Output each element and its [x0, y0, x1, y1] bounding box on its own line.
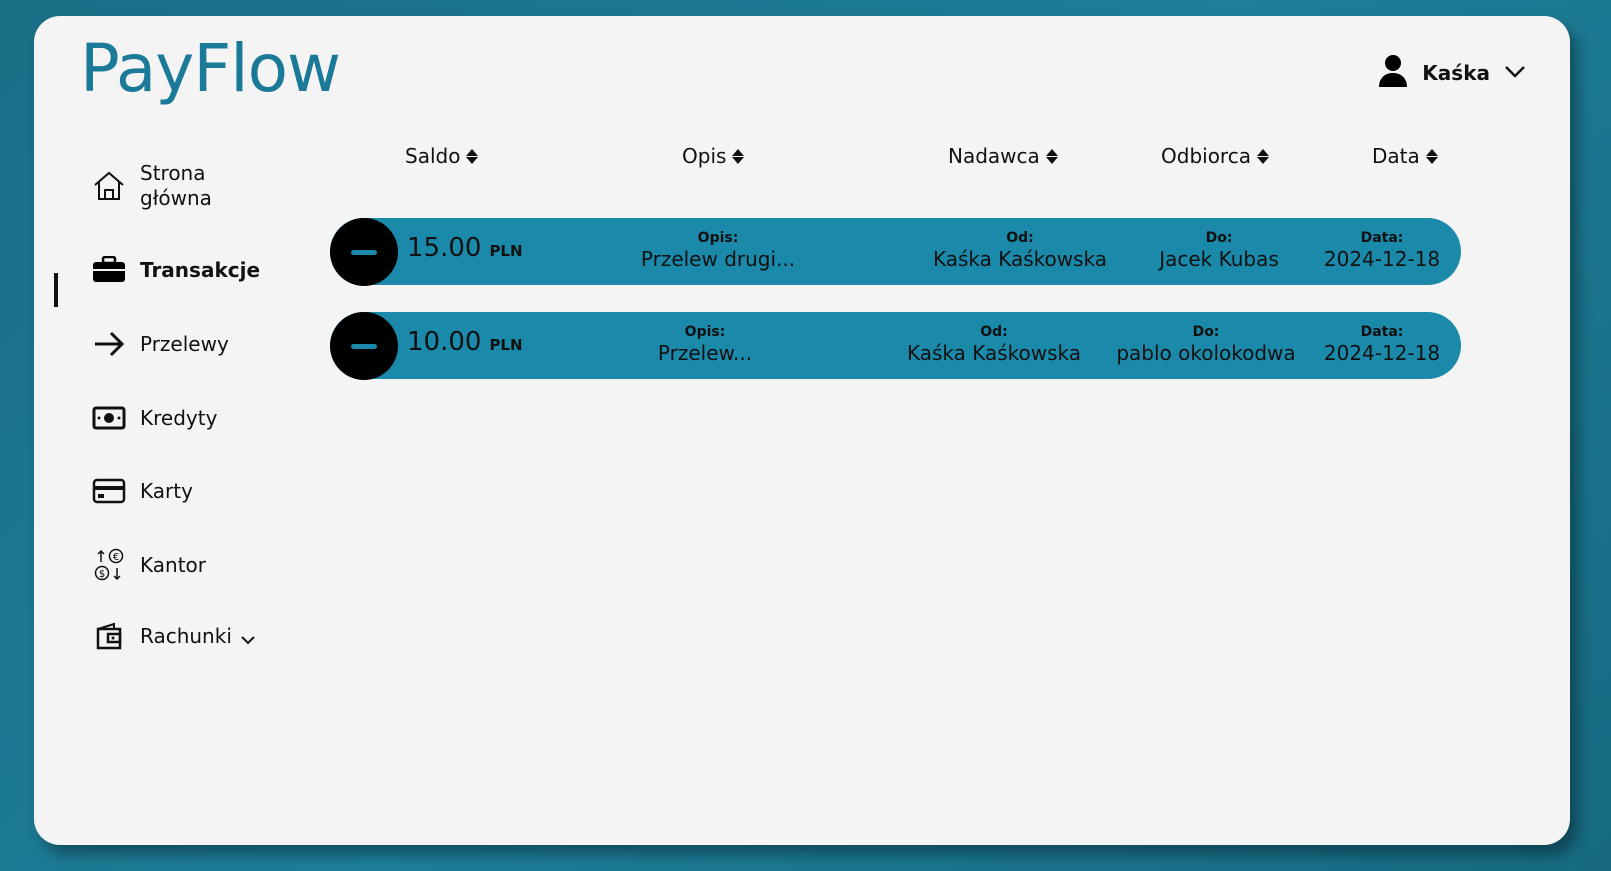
sidebar-item-label: Rachunki	[140, 624, 232, 648]
sort-icon	[1256, 148, 1269, 164]
sort-icon	[732, 148, 745, 164]
cell-label: Do:	[1192, 324, 1220, 340]
transaction-row[interactable]: 15.00 PLN Opis: Przelew drugi... Od: Kaś…	[330, 218, 1461, 286]
active-indicator	[54, 273, 58, 307]
svg-text:€: €	[113, 552, 119, 563]
column-label: Nadawca	[948, 144, 1040, 168]
sidebar-item-karty[interactable]: Karty	[92, 474, 193, 508]
sort-icon	[1425, 148, 1438, 164]
sidebar-item-label: Strona główna	[140, 161, 212, 210]
cell-label: Data:	[1360, 230, 1404, 246]
user-menu[interactable]: Kaśka	[1378, 54, 1526, 92]
cell-label: Data:	[1360, 324, 1404, 340]
cell-value: Przelew...	[657, 341, 753, 365]
sidebar-item-home[interactable]: Strona główna	[92, 161, 212, 211]
transaction-date: Data: 2024-12-18	[1324, 324, 1440, 366]
column-header-nadawca[interactable]: Nadawca	[948, 144, 1058, 168]
transaction-amount: 15.00 PLN	[407, 233, 523, 263]
cell-value: 2024-12-18	[1323, 341, 1441, 365]
transaction-amount: 10.00 PLN	[407, 327, 523, 357]
sidebar-item-label: Transakcje	[140, 258, 261, 282]
minus-icon	[330, 218, 398, 286]
cell-value: Przelew drugi...	[640, 247, 796, 271]
home-icon	[92, 169, 126, 203]
svg-text:$: $	[99, 569, 105, 580]
transaction-sender: Od: Kaśka Kaśkowska	[933, 230, 1107, 272]
currency-exchange-icon: € $	[92, 548, 126, 582]
column-header-odbiorca[interactable]: Odbiorca	[1161, 144, 1269, 168]
amount-currency: PLN	[489, 336, 523, 354]
cell-value: Kaśka Kaśkowska	[906, 341, 1082, 365]
minus-icon	[330, 312, 398, 380]
chevron-down-icon	[1504, 64, 1526, 83]
cell-label: Od:	[1006, 230, 1034, 246]
column-label: Data	[1372, 144, 1420, 168]
column-label: Odbiorca	[1161, 144, 1251, 168]
transaction-recipient: Do: Jacek Kubas	[1159, 230, 1279, 272]
arrow-right-icon	[92, 327, 126, 361]
sidebar-item-rachunki[interactable]: Rachunki	[92, 619, 256, 653]
credit-card-icon	[92, 474, 126, 508]
transaction-sender: Od: Kaśka Kaśkowska	[907, 324, 1081, 366]
wallet-icon	[92, 619, 126, 653]
cell-label: Opis:	[684, 324, 726, 340]
column-label: Opis	[682, 144, 727, 168]
cell-label: Do:	[1205, 230, 1233, 246]
sort-icon	[1045, 148, 1058, 164]
column-label: Saldo	[405, 144, 461, 168]
amount-value: 10.00	[407, 327, 482, 357]
sidebar-item-label: Karty	[140, 479, 193, 503]
cell-value: pablo okolokodwa	[1116, 341, 1296, 365]
transaction-recipient: Do: pablo okolokodwa	[1116, 324, 1295, 366]
app-logo[interactable]: PayFlow	[80, 30, 341, 107]
sort-icon	[466, 148, 479, 164]
column-header-opis[interactable]: Opis	[682, 144, 745, 168]
sidebar-item-label: Kredyty	[140, 406, 218, 430]
sidebar-item-label: Kantor	[140, 553, 206, 577]
main-card: PayFlow Kaśka Strona główna Transakcje P…	[34, 16, 1570, 845]
transaction-row[interactable]: 10.00 PLN Opis: Przelew... Od: Kaśka Kaś…	[330, 312, 1461, 380]
transaction-description: Opis: Przelew...	[658, 324, 752, 366]
cell-label: Od:	[980, 324, 1008, 340]
sidebar-item-label: Przelewy	[140, 332, 229, 356]
chevron-down-icon	[240, 626, 256, 650]
cell-label: Opis:	[697, 230, 739, 246]
banknote-icon	[92, 401, 126, 435]
sidebar-item-kantor[interactable]: € $ Kantor	[92, 548, 206, 582]
cell-value: Jacek Kubas	[1159, 247, 1279, 271]
column-header-saldo[interactable]: Saldo	[405, 144, 479, 168]
sidebar-item-kredyty[interactable]: Kredyty	[92, 401, 217, 435]
amount-value: 15.00	[407, 233, 482, 263]
user-name: Kaśka	[1422, 61, 1490, 85]
transaction-description: Opis: Przelew drugi...	[641, 230, 795, 272]
briefcase-icon	[92, 253, 126, 287]
column-header-data[interactable]: Data	[1372, 144, 1438, 168]
transaction-date: Data: 2024-12-18	[1324, 230, 1440, 272]
user-icon	[1378, 54, 1408, 92]
amount-currency: PLN	[489, 242, 523, 260]
cell-value: 2024-12-18	[1323, 247, 1441, 271]
sidebar-item-przelewy[interactable]: Przelewy	[92, 327, 229, 361]
sidebar-item-transakcje[interactable]: Transakcje	[92, 253, 260, 287]
cell-value: Kaśka Kaśkowska	[932, 247, 1108, 271]
